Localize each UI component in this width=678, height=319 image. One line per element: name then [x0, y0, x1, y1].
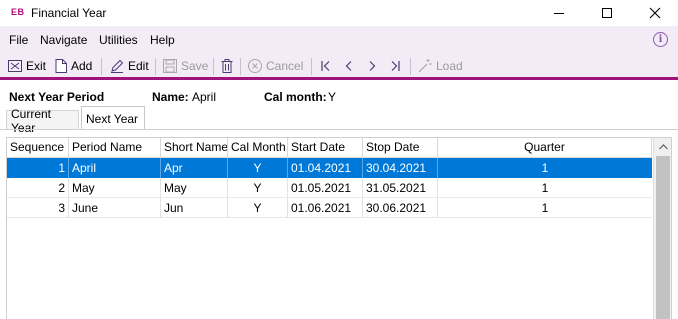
load-button[interactable]: Load — [417, 56, 463, 76]
tab-strip: Current Year Next Year — [0, 106, 678, 135]
new-document-icon — [55, 59, 67, 73]
first-record-icon — [321, 61, 330, 71]
exit-button[interactable]: Exit — [7, 56, 46, 76]
close-icon — [649, 7, 661, 19]
tab-current-year[interactable]: Current Year — [6, 107, 79, 135]
cal-month-value: Y — [328, 90, 337, 104]
toolbar-separator — [311, 58, 312, 75]
menu-file[interactable]: File — [9, 33, 28, 47]
cal-month-label: Cal month: — [264, 90, 327, 104]
grid-header: Sequence Period Name Short Name Cal Mont… — [7, 138, 652, 158]
cell-start-date: 01.06.2021 — [288, 198, 363, 218]
last-record-button[interactable] — [387, 57, 403, 75]
menu-bar: File Navigate Utilities Help i — [0, 26, 678, 52]
exit-icon — [8, 60, 22, 72]
pencil-icon — [111, 59, 124, 73]
add-button[interactable]: Add — [54, 56, 92, 76]
cell-stop-date: 31.05.2021 — [363, 178, 438, 198]
cancel-button[interactable]: Cancel — [247, 56, 303, 76]
minimize-icon — [554, 12, 564, 14]
chevron-up-icon — [658, 143, 668, 149]
cell-period-name: June — [69, 198, 161, 218]
cancel-icon — [248, 59, 262, 73]
vertical-scrollbar[interactable] — [653, 138, 671, 319]
close-button[interactable] — [632, 0, 678, 26]
period-label: Next Year Period — [9, 90, 105, 104]
cell-sequence: 3 — [7, 198, 69, 218]
cell-stop-date: 30.06.2021 — [363, 198, 438, 218]
save-button[interactable]: Save — [162, 56, 208, 76]
save-icon — [163, 59, 177, 73]
edit-button[interactable]: Edit — [109, 56, 149, 76]
column-header-sequence[interactable]: Sequence — [7, 138, 69, 158]
previous-record-button[interactable] — [341, 57, 357, 75]
cell-stop-date: 30.04.2021 — [363, 158, 438, 178]
row-divider — [7, 217, 652, 218]
column-header-period-name[interactable]: Period Name — [69, 138, 161, 158]
menu-help[interactable]: Help — [150, 33, 175, 47]
periods-grid[interactable]: Sequence Period Name Short Name Cal Mont… — [6, 137, 672, 319]
tab-divider — [0, 129, 678, 130]
toolbar-separator — [213, 58, 214, 75]
delete-button[interactable] — [220, 56, 237, 76]
cell-cal-month: Y — [228, 158, 288, 178]
column-header-start-date[interactable]: Start Date — [288, 138, 363, 158]
exit-label: Exit — [26, 59, 47, 73]
app-logo: EB — [11, 7, 25, 17]
cell-period-name: May — [69, 178, 161, 198]
scrollbar-thumb[interactable] — [656, 156, 670, 319]
column-header-quarter[interactable]: Quarter — [438, 138, 652, 158]
table-row[interactable]: 3 June Jun Y 01.06.2021 30.06.2021 1 — [7, 198, 652, 218]
toolbar-separator — [155, 58, 156, 75]
cancel-label: Cancel — [266, 59, 304, 73]
cell-sequence: 1 — [7, 158, 69, 178]
trash-icon — [221, 59, 233, 73]
edit-label: Edit — [128, 59, 149, 73]
cell-start-date: 01.04.2021 — [288, 158, 363, 178]
cell-quarter: 1 — [541, 201, 549, 215]
column-header-cal-month[interactable]: Cal Month — [228, 138, 288, 158]
maximize-icon — [602, 8, 612, 18]
add-label: Add — [71, 59, 93, 73]
toolbar-separator — [101, 58, 102, 75]
menu-utilities[interactable]: Utilities — [99, 33, 138, 47]
cell-short-name: Jun — [161, 198, 228, 218]
minimize-button[interactable] — [536, 0, 582, 26]
name-value: April — [192, 90, 217, 104]
chevron-right-icon — [369, 61, 376, 71]
column-header-short-name[interactable]: Short Name — [161, 138, 228, 158]
record-info: Next Year Period Name: April Cal month: … — [0, 80, 678, 108]
chevron-left-icon — [345, 61, 352, 71]
first-record-button[interactable] — [318, 57, 334, 75]
column-header-stop-date[interactable]: Stop Date — [363, 138, 438, 158]
info-icon[interactable]: i — [653, 32, 668, 47]
cell-start-date: 01.05.2021 — [288, 178, 363, 198]
toolbar-separator — [410, 58, 411, 75]
cell-short-name: Apr — [161, 158, 228, 178]
menu-navigate[interactable]: Navigate — [40, 33, 87, 47]
next-record-button[interactable] — [364, 57, 380, 75]
save-label: Save — [181, 59, 209, 73]
name-label: Name: — [152, 90, 189, 104]
table-row[interactable]: 2 May May Y 01.05.2021 31.05.2021 1 — [7, 178, 652, 198]
cell-period-name: April — [69, 158, 161, 178]
tab-next-year[interactable]: Next Year — [81, 106, 145, 130]
last-record-icon — [391, 61, 400, 71]
title-bar: EB Financial Year — [0, 0, 678, 26]
cell-sequence: 2 — [7, 178, 69, 198]
window-title: Financial Year — [31, 6, 107, 20]
toolbar-separator — [240, 58, 241, 75]
cell-cal-month: Y — [228, 198, 288, 218]
cell-cal-month: Y — [228, 178, 288, 198]
scroll-up-button[interactable] — [654, 138, 671, 155]
cell-quarter: 1 — [541, 181, 549, 195]
toolbar: Exit Add Edit Save Cancel Load — [0, 52, 678, 80]
load-label: Load — [436, 59, 463, 73]
table-row[interactable]: 1 April Apr Y 01.04.2021 30.04.2021 1 — [7, 158, 652, 178]
cell-quarter: 1 — [541, 161, 549, 175]
maximize-button[interactable] — [584, 0, 630, 26]
cell-short-name: May — [161, 178, 228, 198]
magic-wand-icon — [418, 59, 432, 73]
